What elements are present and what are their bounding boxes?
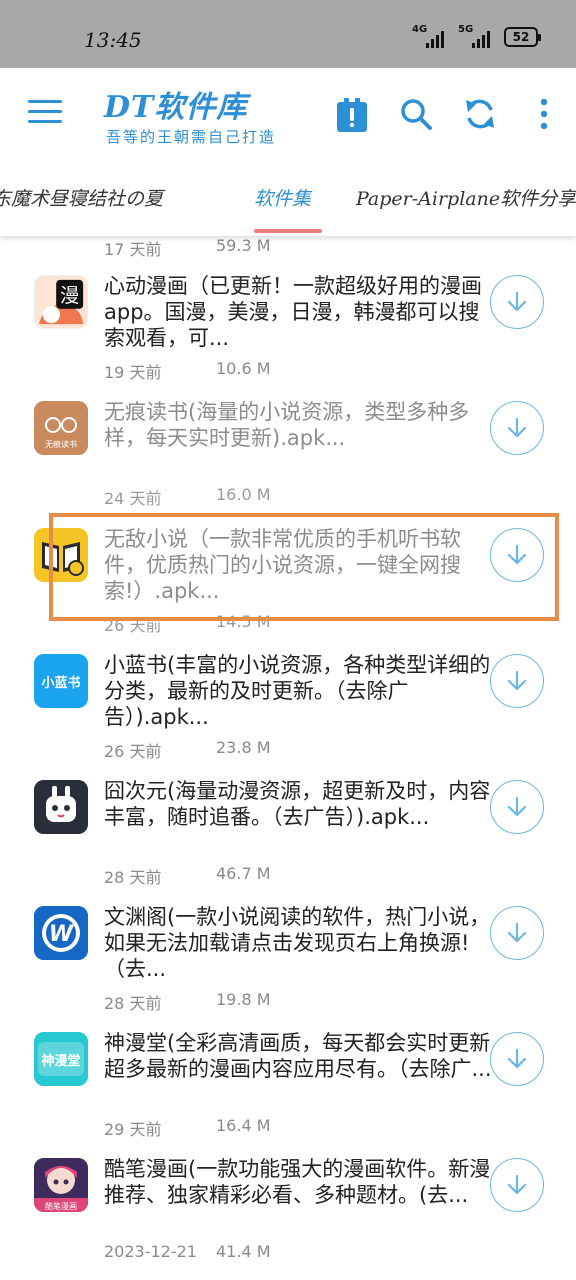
- jiongciyuan-app-icon: [34, 780, 88, 834]
- download-arrow-icon: [507, 922, 527, 943]
- tab-paper-airplane[interactable]: Paper-Airplane软件分享: [356, 184, 576, 211]
- download-arrow-icon: [507, 1174, 527, 1195]
- list-item[interactable]: 漫 心动漫画（已更新！一款超级好用的漫画app。国漫，美漫，日漫，韩漫都可以搜索…: [0, 273, 576, 399]
- xiaolanshu-app-icon: 小蓝书: [34, 654, 88, 708]
- notice-icon[interactable]: [332, 94, 372, 134]
- search-icon[interactable]: [396, 94, 436, 134]
- download-button[interactable]: [490, 528, 544, 582]
- active-tab-indicator: [254, 229, 322, 233]
- status-time: 13:45: [84, 28, 142, 52]
- download-arrow-icon: [507, 291, 527, 312]
- download-arrow-icon: [507, 417, 527, 438]
- download-arrow-icon: [507, 1048, 527, 1069]
- status-icons: 4G 5G 52: [412, 24, 541, 48]
- wudi-xiaoshuo-app-icon: [34, 528, 88, 582]
- list-item[interactable]: 小蓝书 小蓝书(丰富的小说资源，各种类型详细的分类，最新的及时更新。（去除广告）…: [0, 652, 576, 778]
- svg-text:W: W: [49, 922, 75, 947]
- more-vert-icon[interactable]: [524, 94, 564, 134]
- download-button[interactable]: [490, 1158, 544, 1212]
- svg-text:无痕读书: 无痕读书: [45, 439, 77, 449]
- battery-level: 52: [512, 30, 530, 44]
- item-title: 神漫堂(全彩高清画质，每天都会实时更新超多最新的漫画内容应用尽有。（去除广...: [104, 1031, 492, 1081]
- download-arrow-icon: [507, 796, 527, 817]
- svg-text:漫: 漫: [60, 284, 79, 307]
- tab-bar: 东魔术昼寝结社の夏 软件集 Paper-Airplane软件分享: [0, 168, 576, 236]
- signal-4g-icon: 4G: [412, 24, 448, 48]
- download-arrow-icon: [507, 670, 527, 691]
- signal-5g-icon: 5G: [458, 24, 494, 48]
- svg-text:神漫堂: 神漫堂: [41, 1053, 80, 1069]
- app-bar: DT软件库 吾等的王朝需自己打造: [0, 68, 576, 168]
- download-button[interactable]: [490, 1032, 544, 1086]
- tab-summer-club[interactable]: 东魔术昼寝结社の夏: [0, 184, 163, 211]
- item-title: 酷笔漫画(一款功能强大的漫画软件。新漫推荐、独家精彩必看、多种题材。(去...: [104, 1157, 491, 1207]
- menu-icon[interactable]: [28, 100, 62, 128]
- download-button[interactable]: [490, 275, 544, 329]
- wenyuange-app-icon: W: [34, 906, 88, 960]
- xindong-manhua-app-icon: 漫: [34, 275, 88, 329]
- kubi-manhua-app-icon: 酷笔漫画: [34, 1158, 88, 1212]
- list-item[interactable]: 酷笔漫画 酷笔漫画(一款功能强大的漫画软件。新漫推荐、独家精彩必看、多种题材。(…: [0, 1156, 576, 1280]
- refresh-icon[interactable]: [460, 94, 500, 134]
- app-subtitle: 吾等的王朝需自己打造: [106, 128, 277, 146]
- status-bar: 13:45 4G 5G 52: [0, 0, 576, 68]
- list-item[interactable]: W 文渊阁(一款小说阅读的软件，热门小说，如果无法加载请点击发现页右上角换源!（…: [0, 904, 576, 1030]
- shenmantang-app-icon: 神漫堂: [34, 1032, 88, 1086]
- download-arrow-icon: [507, 544, 527, 565]
- list-item[interactable]: 无痕读书 无痕读书(海量的小说资源，类型多种多样，每天实时更新).apk... …: [0, 399, 576, 525]
- item-title: 无痕读书(海量的小说资源，类型多种多样，每天实时更新).apk...: [104, 400, 470, 450]
- software-list: 17 天前 59.3 M 漫 心动漫画（已更新！一款超级好用的漫画app。国漫，…: [0, 236, 576, 1280]
- item-title: 心动漫画（已更新！一款超级好用的漫画app。国漫，美漫，日漫，韩漫都可以搜索观看…: [104, 274, 482, 350]
- download-button[interactable]: [490, 654, 544, 708]
- tab-software-collection[interactable]: 软件集: [254, 184, 311, 211]
- download-button[interactable]: [490, 906, 544, 960]
- item-title: 囧次元(海量动漫资源，超更新及时，内容丰富，随时追番。（去广告）).apk...: [104, 779, 491, 829]
- download-button[interactable]: [490, 780, 544, 834]
- list-item[interactable]: 囧次元(海量动漫资源，超更新及时，内容丰富，随时追番。（去广告）).apk...…: [0, 778, 576, 904]
- item-title: 小蓝书(丰富的小说资源，各种类型详细的分类，最新的及时更新。（去除广告）).ap…: [104, 653, 491, 729]
- item-title: 文渊阁(一款小说阅读的软件，热门小说，如果无法加载请点击发现页右上角换源!（去.…: [104, 905, 491, 981]
- download-button[interactable]: [490, 401, 544, 455]
- wuhen-dushu-app-icon: 无痕读书: [34, 401, 88, 455]
- list-item[interactable]: 神漫堂 神漫堂(全彩高清画质，每天都会实时更新超多最新的漫画内容应用尽有。（去除…: [0, 1030, 576, 1156]
- svg-text:小蓝书: 小蓝书: [41, 675, 80, 691]
- svg-text:酷笔漫画: 酷笔漫画: [45, 1201, 77, 1211]
- app-title: DT软件库: [104, 90, 248, 125]
- battery-icon: 52: [504, 27, 541, 47]
- list-item[interactable]: 无敌小说（一款非常优质的手机听书软件，优质热门的小说资源，一键全网搜索!）.ap…: [0, 526, 576, 652]
- item-title: 无敌小说（一款非常优质的手机听书软件，优质热门的小说资源，一键全网搜索!）.ap…: [104, 527, 461, 603]
